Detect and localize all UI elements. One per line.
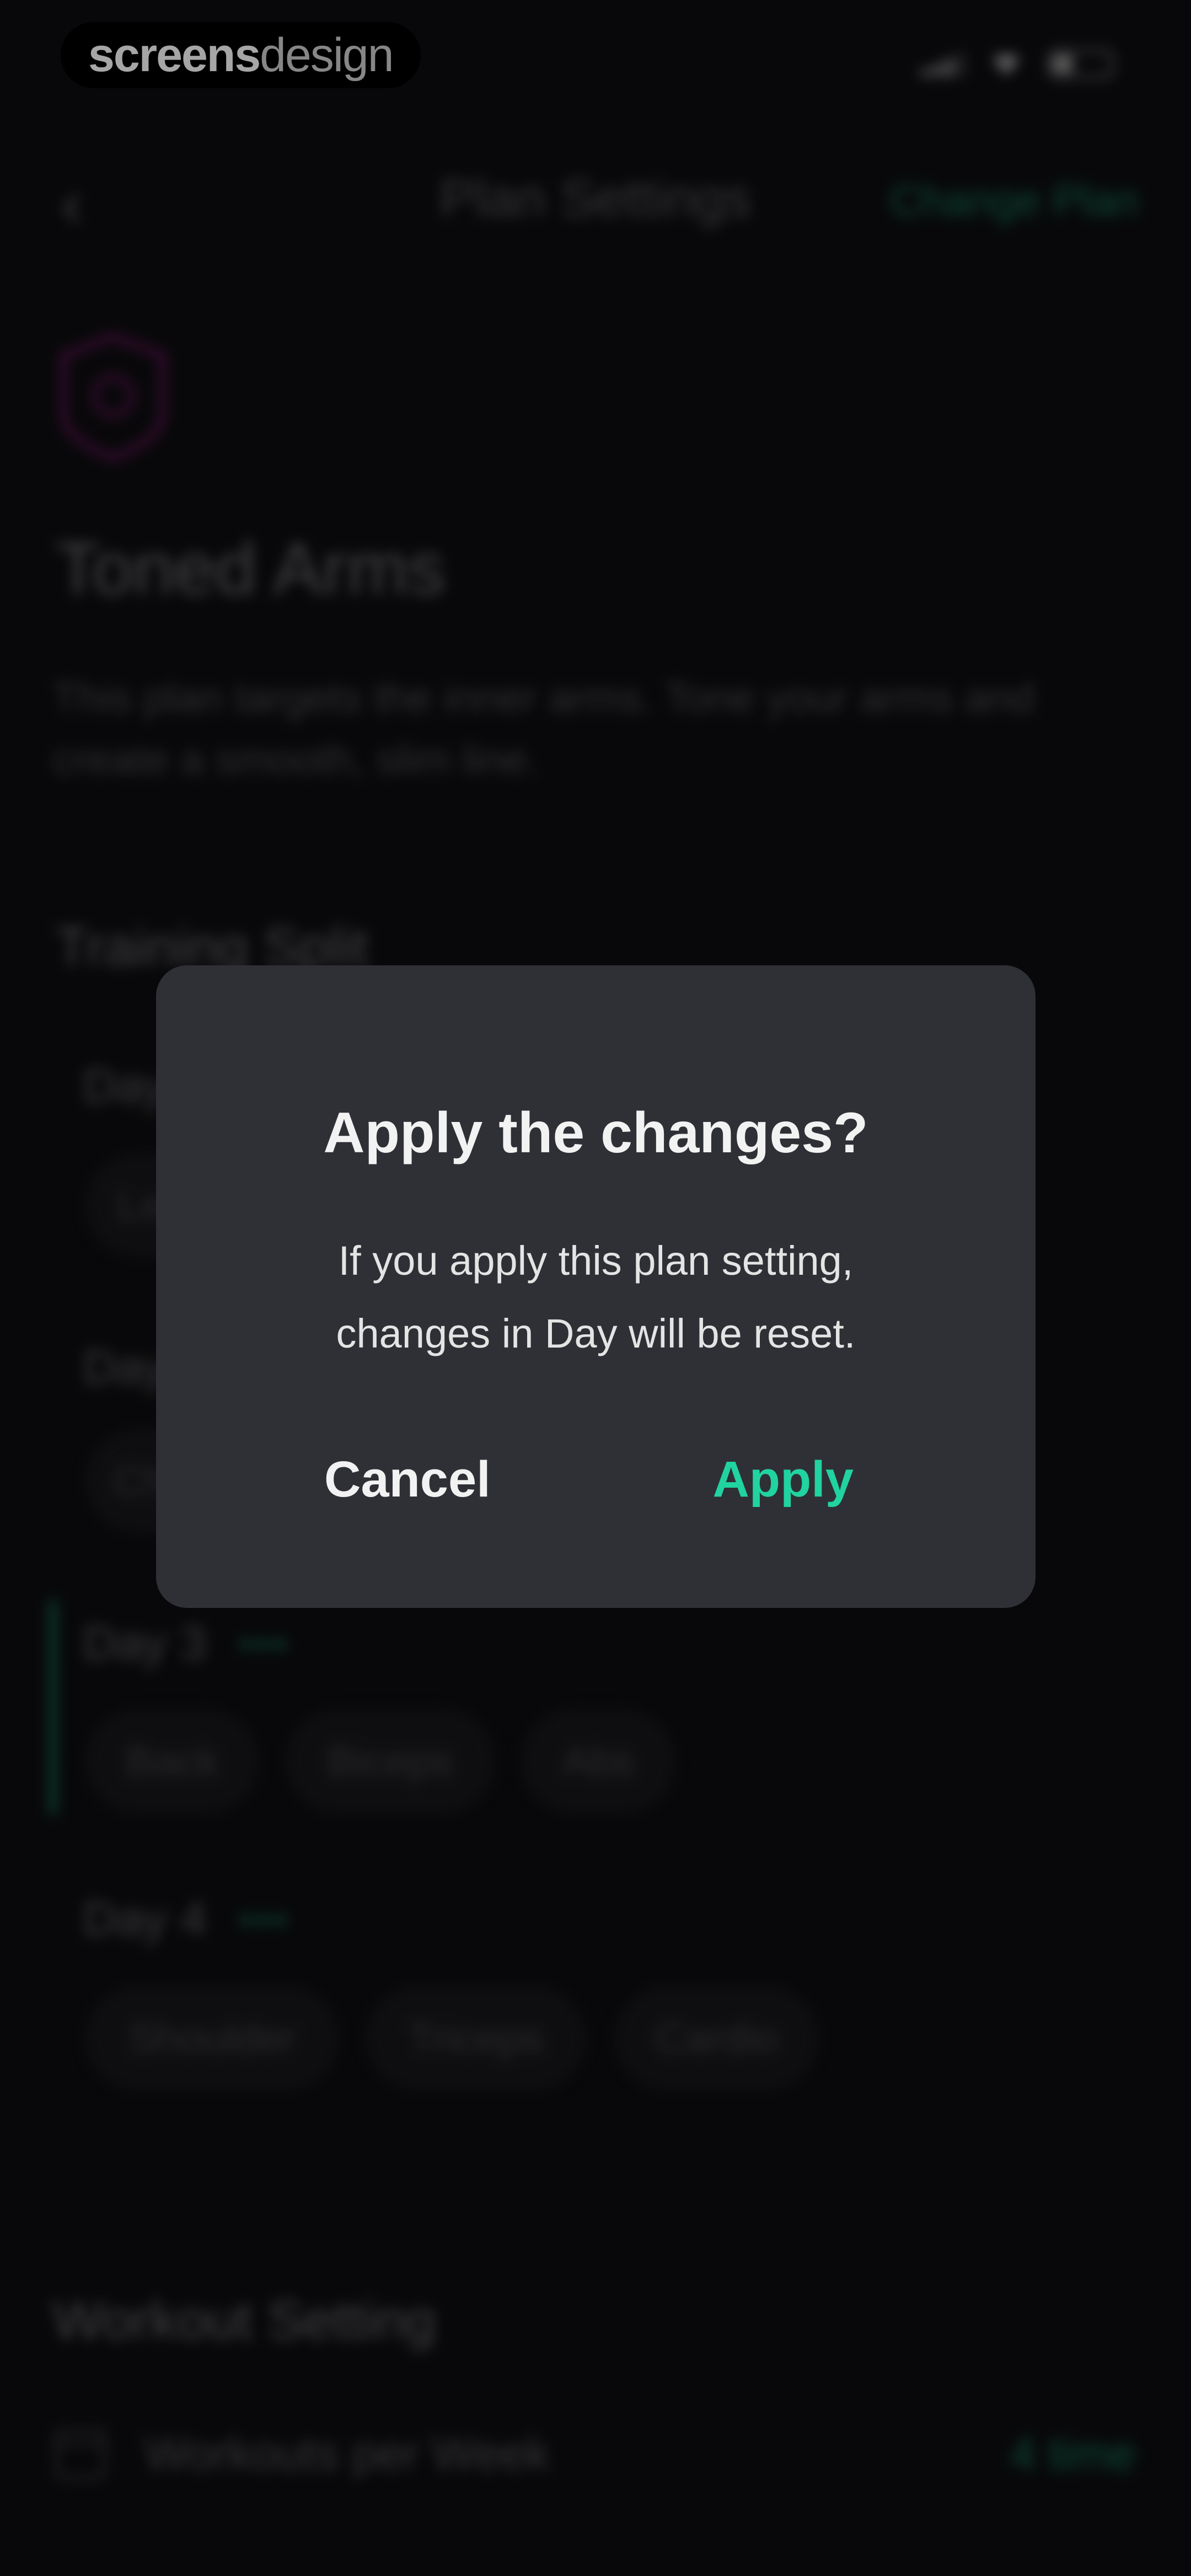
phone-screen: ‹ Plan Settings Change Plan Toned Arms T… xyxy=(0,0,1191,2576)
dialog-title: Apply the changes? xyxy=(323,1101,868,1165)
apply-button[interactable]: Apply xyxy=(712,1451,854,1509)
cancel-button[interactable]: Cancel xyxy=(324,1451,491,1509)
dialog-message: If you apply this plan setting, changes … xyxy=(336,1238,856,1356)
confirm-dialog: Apply the changes? If you apply this pla… xyxy=(156,965,1036,1608)
